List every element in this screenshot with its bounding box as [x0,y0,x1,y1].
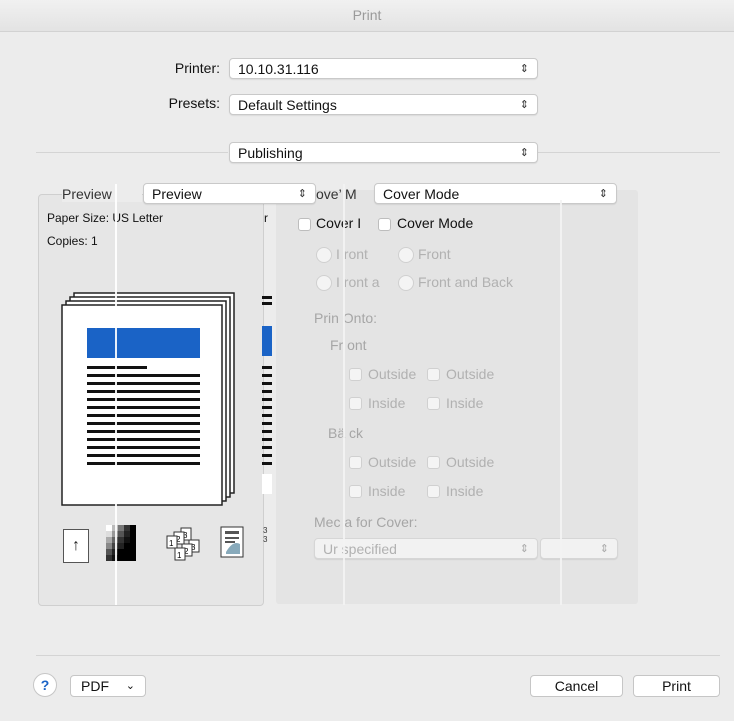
printer-value: 10.10.31.116 [238,61,319,77]
back-heading: Bä ck [328,425,364,441]
updown-chevron-icon: ⇕ [519,543,529,555]
front-outside-fragment-label: Outsidе [368,366,417,382]
chevron-down-icon: ⌄ [125,680,135,692]
window-title-bar: Print [0,0,734,32]
back-outside-checkbox-fragment[interactable] [349,456,362,469]
back-inside-label: Inside [446,483,484,499]
print-onto-heading: Prin Onto: [314,310,378,326]
media-for-cover-label: Meс a for Cover: [314,514,418,530]
updown-chevron-icon: ⇕ [599,543,609,555]
pane-seam [560,200,562,605]
front-back-radio[interactable] [398,275,414,291]
back-outside-label: Outside [446,454,495,470]
section-popup[interactable]: Publishing ⇕ [229,142,538,163]
svg-text:1: 1 [177,551,182,560]
section-value: Publishing [238,145,303,161]
front-back-radio-label: Front and Back [418,274,513,290]
front-radio-label: Front [418,246,451,262]
printer-popup[interactable]: 10.10.31.116 ⇕ [229,58,538,79]
cover-mode-checkbox[interactable] [378,218,391,231]
preview-popup-value: Preview [152,186,202,202]
media-for-cover-value: Ur specified [323,541,397,557]
page-preview-icon [61,292,235,506]
separator-left [36,152,228,153]
help-button[interactable]: ? [33,673,57,697]
front-outside-checkbox[interactable] [427,368,440,381]
svg-text:1: 1 [169,539,174,548]
print-button[interactable]: Print [633,675,720,697]
updown-chevron-icon: ⇕ [598,188,608,200]
front-heading: Fr ont [330,337,367,353]
cover-mode-checkbox-fragment[interactable] [298,218,311,231]
cover-mode-popup-value: Cover Mode [383,186,460,202]
cover-popup-label: ove’ M [316,186,357,202]
copies-text: Copies: 1 [47,234,98,248]
front-inside-fragment-label: Inside [368,395,406,411]
paper-extra-char: r [264,211,268,225]
updown-chevron-icon: ⇕ [519,63,529,75]
front-inside-checkbox-fragment[interactable] [349,397,362,410]
orientation-up-icon[interactable]: ↑ [63,529,89,563]
updown-chevron-icon: ⇕ [519,147,529,159]
presets-label: Presets: [168,95,220,111]
paper-size-text: Paper Sizе: US Letter [47,211,164,225]
front-radio-fragment[interactable] [316,247,332,263]
front-fragment-label: I ront [336,246,368,262]
paper-handling-icon[interactable] [220,526,246,560]
pdf-label: PDF [81,678,109,694]
back-outside-fragment-label: Outsidе [368,454,417,470]
collate-pages-icon[interactable]: 3 2 1 3 2 1 [163,526,203,564]
preview-popup[interactable]: Preview ⇕ [143,183,316,204]
preview-popup-label: Previеw [62,186,142,202]
collate-strip-icon: 33 [263,526,268,544]
media-for-cover-popup-fragment[interactable]: ⇕ [540,538,618,559]
back-outside-checkbox[interactable] [427,456,440,469]
preview-strip-icon [262,296,272,494]
presets-popup[interactable]: Default Settings ⇕ [229,94,538,115]
pane-seam [343,184,345,605]
color-grid-icon[interactable] [106,525,142,563]
cancel-button[interactable]: Cancel [530,675,623,697]
back-inside-fragment-label: Inside [368,483,406,499]
pane-seam [115,184,117,605]
separator-right [538,152,720,153]
printer-label: Printer: [174,60,220,76]
front-back-radio-fragment[interactable] [316,275,332,291]
front-outside-checkbox-fragment[interactable] [349,368,362,381]
footer-separator [36,655,720,656]
media-for-cover-popup[interactable]: Ur specified ⇕ [314,538,538,559]
pdf-menu-button[interactable]: PDF ⌄ [70,675,146,697]
back-inside-checkbox[interactable] [427,485,440,498]
front-inside-label: Inside [446,395,484,411]
front-radio[interactable] [398,247,414,263]
updown-chevron-icon: ⇕ [297,188,307,200]
cover-mode-fragment-label: Covеr I [316,215,362,231]
presets-value: Default Settings [238,97,337,113]
front-inside-checkbox[interactable] [427,397,440,410]
updown-chevron-icon: ⇕ [519,99,529,111]
back-inside-checkbox-fragment[interactable] [349,485,362,498]
cover-mode-checkbox-label: Cover Mode [397,215,474,231]
window-title: Print [352,7,382,23]
front-outside-label: Outside [446,366,495,382]
cover-mode-popup[interactable]: Cover Mode ⇕ [374,183,617,204]
